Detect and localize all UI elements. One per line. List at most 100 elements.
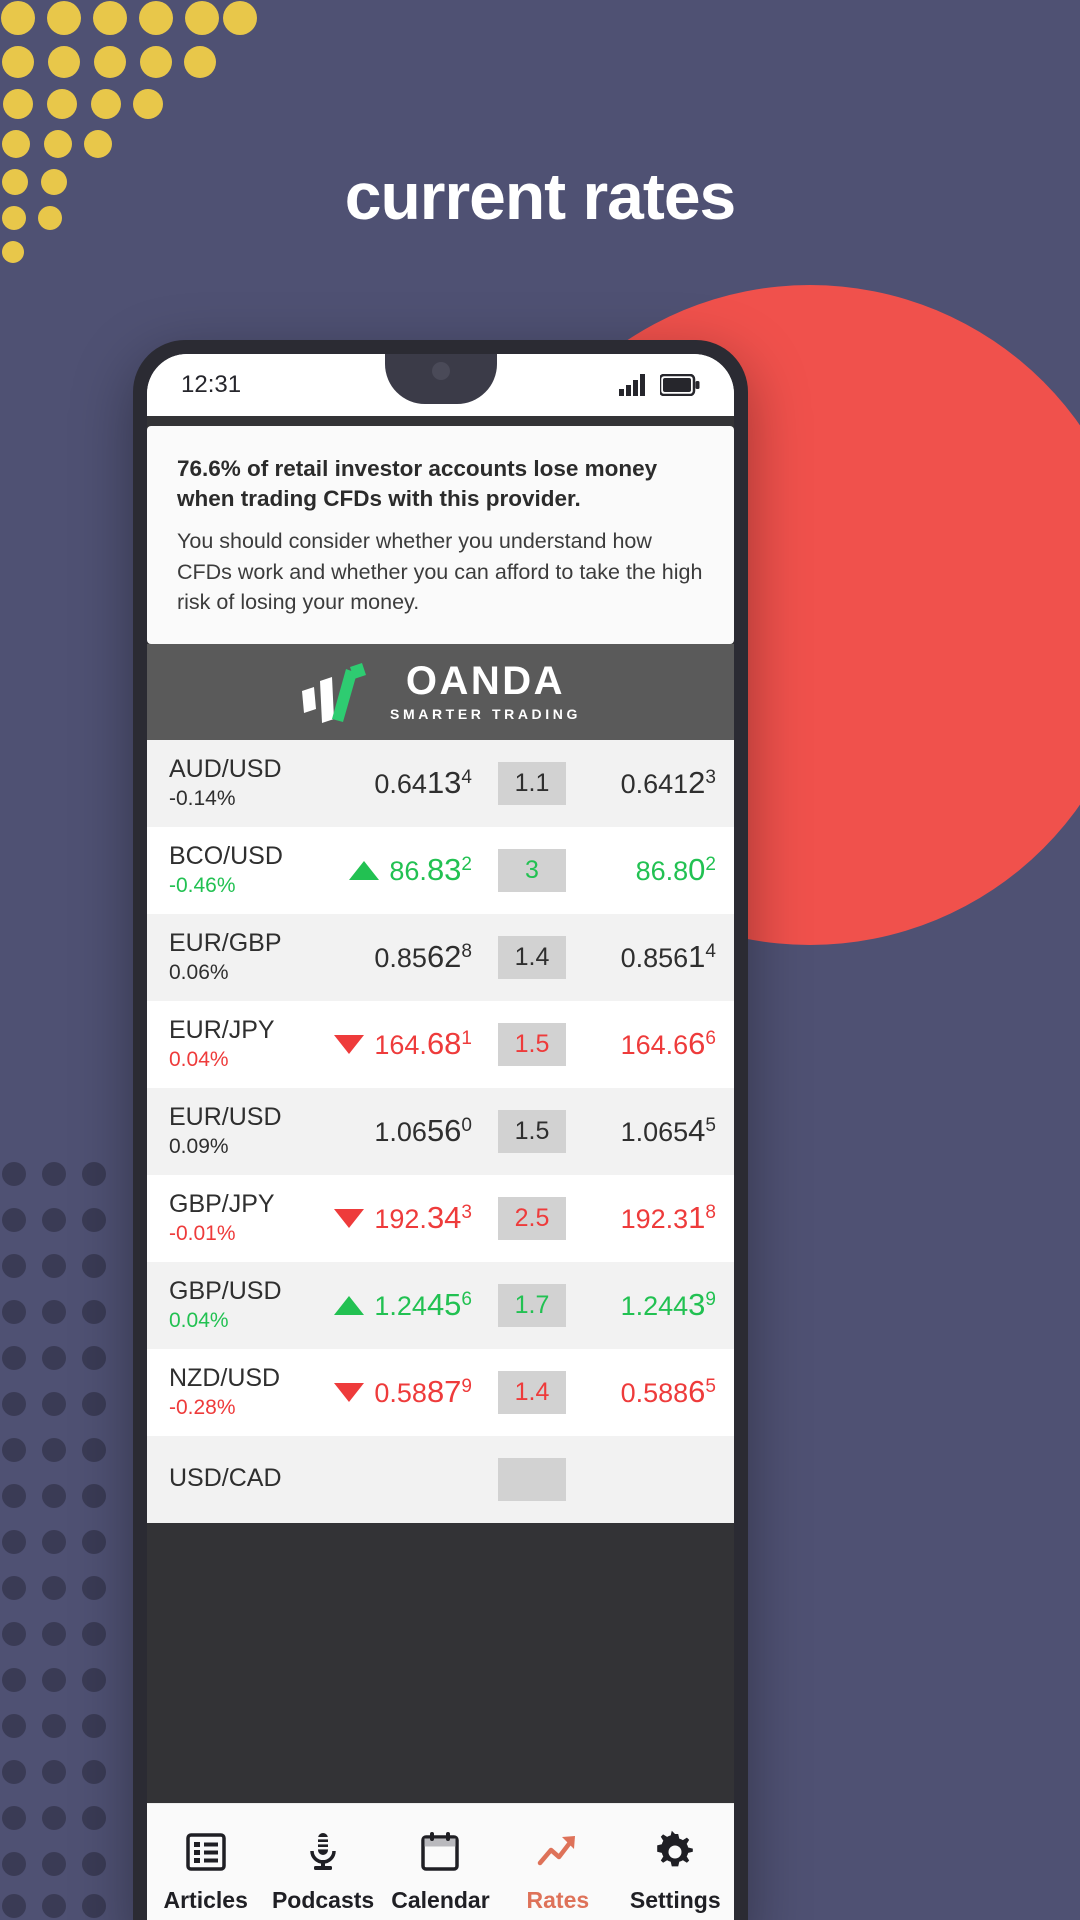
spread-chip: 1.5: [498, 1022, 566, 1066]
pair-change-pct: 0.04%: [169, 1308, 229, 1332]
status-bar: 12:31: [147, 354, 734, 416]
trending-up-icon: [536, 1830, 580, 1874]
spread-chip: 1.1: [498, 761, 566, 805]
pair-name: GBP/JPY: [169, 1189, 275, 1218]
pair-cell: NZD/USD -0.28%: [169, 1364, 319, 1421]
ask-cell: 164.666: [578, 1026, 716, 1062]
oanda-chevron-logo: [302, 662, 367, 723]
nav-item-rates[interactable]: Rates: [499, 1830, 616, 1914]
bid-cell: 86.832: [319, 852, 486, 888]
direction-down-icon: [334, 1034, 365, 1054]
pair-change-pct: 0.04%: [169, 1047, 229, 1071]
disclaimer-headline: 76.6% of retail investor accounts lose m…: [177, 456, 658, 512]
spread-chip: 1.4: [498, 1370, 566, 1414]
bid-cell: 1.06560: [319, 1113, 486, 1149]
pair-cell: USD/CAD: [169, 1464, 319, 1494]
pair-name: EUR/GBP: [169, 928, 282, 957]
spread-chip: [498, 1457, 566, 1501]
bid-price: 86.832: [389, 852, 472, 888]
ask-cell: 192.318: [578, 1200, 716, 1236]
ask-price: 1.24439: [620, 1287, 716, 1323]
pair-cell: AUD/USD -0.14%: [169, 755, 319, 812]
table-row[interactable]: BCO/USD -0.46% 86.832 3 86.802: [147, 826, 734, 914]
nav-item-podcasts[interactable]: Podcasts: [264, 1830, 381, 1914]
risk-disclaimer: 76.6% of retail investor accounts lose m…: [147, 426, 734, 644]
pair-change-pct: -0.28%: [169, 1395, 236, 1419]
nav-item-articles[interactable]: Articles: [147, 1830, 264, 1914]
pair-change-pct: -0.46%: [169, 873, 236, 897]
ask-price: 86.802: [635, 852, 716, 888]
bid-cell: 0.58879: [319, 1374, 486, 1410]
pair-name: NZD/USD: [169, 1363, 281, 1392]
pair-change-pct: -0.01%: [169, 1221, 236, 1245]
bid-cell: 0.85628: [319, 939, 486, 975]
direction-up-icon: [334, 1295, 365, 1315]
phone-screen: 12:31 76.6% of retail investor accounts …: [147, 354, 734, 1920]
calendar-icon: [419, 1830, 461, 1874]
pair-name: EUR/USD: [169, 1102, 282, 1131]
pair-cell: EUR/JPY 0.04%: [169, 1016, 319, 1073]
direction-up-icon: [349, 860, 380, 880]
brand-tagline: SMARTER TRADING: [390, 706, 581, 723]
articles-list-icon: [185, 1830, 227, 1874]
pair-name: BCO/USD: [169, 841, 283, 870]
ask-cell: 86.802: [578, 852, 716, 888]
nav-label: Articles: [163, 1887, 248, 1913]
bid-price: 192.343: [374, 1200, 472, 1236]
status-icons: [619, 374, 700, 396]
nav-item-calendar[interactable]: Calendar: [382, 1830, 499, 1914]
table-row[interactable]: USD/CAD: [147, 1435, 734, 1523]
bid-price: 164.681: [374, 1026, 472, 1062]
direction-down-icon: [334, 1382, 365, 1402]
ask-cell: 1.06545: [578, 1113, 716, 1149]
pair-cell: GBP/USD 0.04%: [169, 1277, 319, 1334]
oanda-brand-bar: OANDA SMARTER TRADING: [147, 643, 734, 740]
battery-icon: [660, 374, 700, 396]
ask-cell: 0.58865: [578, 1374, 716, 1410]
pair-cell: EUR/USD 0.09%: [169, 1103, 319, 1160]
table-row[interactable]: AUD/USD -0.14% 0.64134 1.1 0.64123: [147, 739, 734, 827]
table-row[interactable]: EUR/JPY 0.04% 164.681 1.5 164.666: [147, 1000, 734, 1088]
table-row[interactable]: EUR/USD 0.09% 1.06560 1.5 1.06545: [147, 1087, 734, 1175]
bottom-navigation: Articles Podcasts Calendar Rates Setting…: [147, 1803, 734, 1920]
ask-cell: 0.64123: [578, 765, 716, 801]
table-row[interactable]: EUR/GBP 0.06% 0.85628 1.4 0.85614: [147, 913, 734, 1001]
pair-change-pct: 0.06%: [169, 960, 229, 984]
table-row[interactable]: GBP/JPY -0.01% 192.343 2.5 192.318: [147, 1174, 734, 1262]
nav-item-settings[interactable]: Settings: [617, 1830, 734, 1914]
spread-chip: 1.5: [498, 1109, 566, 1153]
pair-name: USD/CAD: [169, 1464, 282, 1493]
direction-down-icon: [334, 1208, 365, 1228]
nav-label: Calendar: [391, 1887, 490, 1913]
ask-cell: 0.85614: [578, 939, 716, 975]
status-time: 12:31: [181, 371, 242, 398]
pair-name: EUR/JPY: [169, 1015, 275, 1044]
gear-icon: [653, 1830, 697, 1874]
pair-name: AUD/USD: [169, 754, 282, 783]
bid-cell: 164.681: [319, 1026, 486, 1062]
bid-price: 0.58879: [374, 1374, 472, 1410]
pair-cell: BCO/USD -0.46%: [169, 842, 319, 899]
bid-cell: 1.24456: [319, 1287, 486, 1323]
spread-chip: 1.7: [498, 1283, 566, 1327]
bid-price: 1.24456: [374, 1287, 472, 1323]
ask-price: 192.318: [620, 1200, 716, 1236]
ask-price: 0.58865: [620, 1374, 716, 1410]
dot-pattern-bottom-left: [2, 1162, 106, 1918]
rates-list[interactable]: AUD/USD -0.14% 0.64134 1.1 0.64123 BCO/U…: [147, 739, 734, 1523]
table-row[interactable]: GBP/USD 0.04% 1.24456 1.7 1.24439: [147, 1261, 734, 1349]
camera-notch: [384, 354, 497, 404]
ask-price: 164.666: [620, 1026, 716, 1062]
app-content: 76.6% of retail investor accounts lose m…: [147, 416, 734, 1920]
oanda-wordmark: OANDA SMARTER TRADING: [390, 661, 581, 722]
nav-label: Rates: [526, 1887, 590, 1913]
table-row[interactable]: NZD/USD -0.28% 0.58879 1.4 0.58865: [147, 1348, 734, 1436]
microphone-icon: [302, 1830, 344, 1874]
page-title: current rates: [344, 159, 737, 233]
bid-price: 0.85628: [374, 939, 472, 975]
spread-chip: 3: [498, 848, 566, 892]
bid-cell: 0.64134: [319, 765, 486, 801]
dot-pattern-top-left: [1, 1, 257, 263]
spread-chip: 1.4: [498, 935, 566, 979]
ask-price: 1.06545: [620, 1113, 716, 1149]
